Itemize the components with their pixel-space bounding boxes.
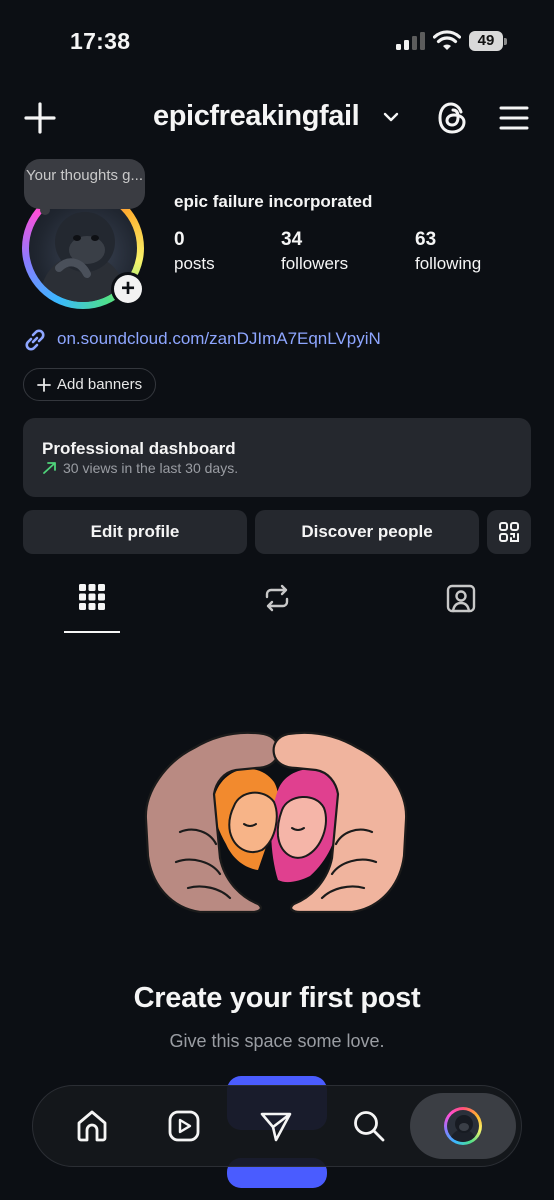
nav-home[interactable]	[72, 1106, 112, 1146]
professional-dashboard-card[interactable]: Professional dashboard 30 views in the l…	[23, 418, 531, 497]
bottom-tab-bar	[32, 1085, 522, 1167]
edit-profile-button[interactable]: Edit profile	[23, 510, 247, 554]
gorilla-avatar-image	[449, 1115, 477, 1142]
heart-hands-illustration	[144, 731, 408, 914]
empty-state-title: Create your first post	[133, 982, 421, 1014]
send-icon	[260, 1112, 292, 1142]
plus-icon[interactable]	[22, 100, 58, 136]
stat-followers[interactable]: 34 followers	[281, 229, 348, 274]
dashboard-subtitle: 30 views in the last 30 days.	[63, 460, 239, 476]
nav-search[interactable]	[349, 1106, 389, 1146]
reels-icon	[168, 1110, 200, 1142]
display-name: epic failure incorporated	[174, 192, 373, 211]
grid-icon	[79, 584, 105, 610]
nav-messages[interactable]	[256, 1106, 296, 1146]
home-icon	[77, 1110, 107, 1142]
username-switcher[interactable]: epicfreakingfail	[153, 100, 360, 133]
note-bubble-tail	[40, 205, 50, 215]
stat-label: posts	[174, 254, 215, 273]
active-tab-indicator	[64, 631, 120, 633]
battery-indicator: 49	[469, 31, 507, 51]
stat-following[interactable]: 63 following	[415, 229, 481, 274]
add-story-button[interactable]: +	[111, 272, 145, 306]
link-icon	[25, 329, 45, 351]
nav-reels[interactable]	[164, 1106, 204, 1146]
tab-posts-grid[interactable]	[62, 582, 122, 628]
stat-label: followers	[281, 254, 349, 273]
tab-reposts[interactable]	[247, 582, 307, 628]
profile-link[interactable]: on.soundcloud.com/zanDJImA7EqnLVpyiN	[57, 329, 381, 349]
profile-avatar	[444, 1107, 482, 1145]
reposts-icon	[265, 584, 289, 612]
threads-icon[interactable]	[436, 100, 470, 136]
cellular-signal-icon	[396, 32, 425, 50]
search-icon	[354, 1111, 385, 1142]
tab-tagged[interactable]	[431, 582, 491, 628]
note-bubble[interactable]: Your thoughts g...	[24, 159, 145, 209]
discover-people-button[interactable]: Discover people	[255, 510, 479, 554]
dashboard-subtitle-row: 30 views in the last 30 days.	[42, 460, 238, 476]
stat-label: following	[415, 254, 482, 273]
wifi-icon	[433, 30, 461, 50]
chevron-down-icon[interactable]	[382, 110, 400, 124]
plus-icon	[37, 377, 51, 392]
qr-code-icon	[499, 522, 519, 542]
add-banners-label: Add banners	[57, 376, 143, 393]
hamburger-menu-icon[interactable]	[498, 102, 530, 134]
plus-icon: +	[114, 275, 142, 303]
empty-state-subtitle: Give this space some love.	[169, 1031, 385, 1051]
tagged-icon	[446, 584, 476, 613]
nav-profile[interactable]	[410, 1093, 516, 1159]
stat-value: 63	[415, 229, 437, 250]
status-time: 17:38	[70, 28, 131, 54]
qr-code-button[interactable]	[487, 510, 531, 554]
battery-level: 49	[469, 31, 503, 51]
stat-value: 0	[174, 229, 185, 250]
stat-posts[interactable]: 0 posts	[174, 229, 215, 274]
add-banners-button[interactable]: Add banners	[23, 368, 157, 401]
dashboard-title: Professional dashboard	[42, 439, 236, 458]
trend-arrow-icon	[43, 462, 56, 474]
stat-value: 34	[281, 229, 303, 250]
